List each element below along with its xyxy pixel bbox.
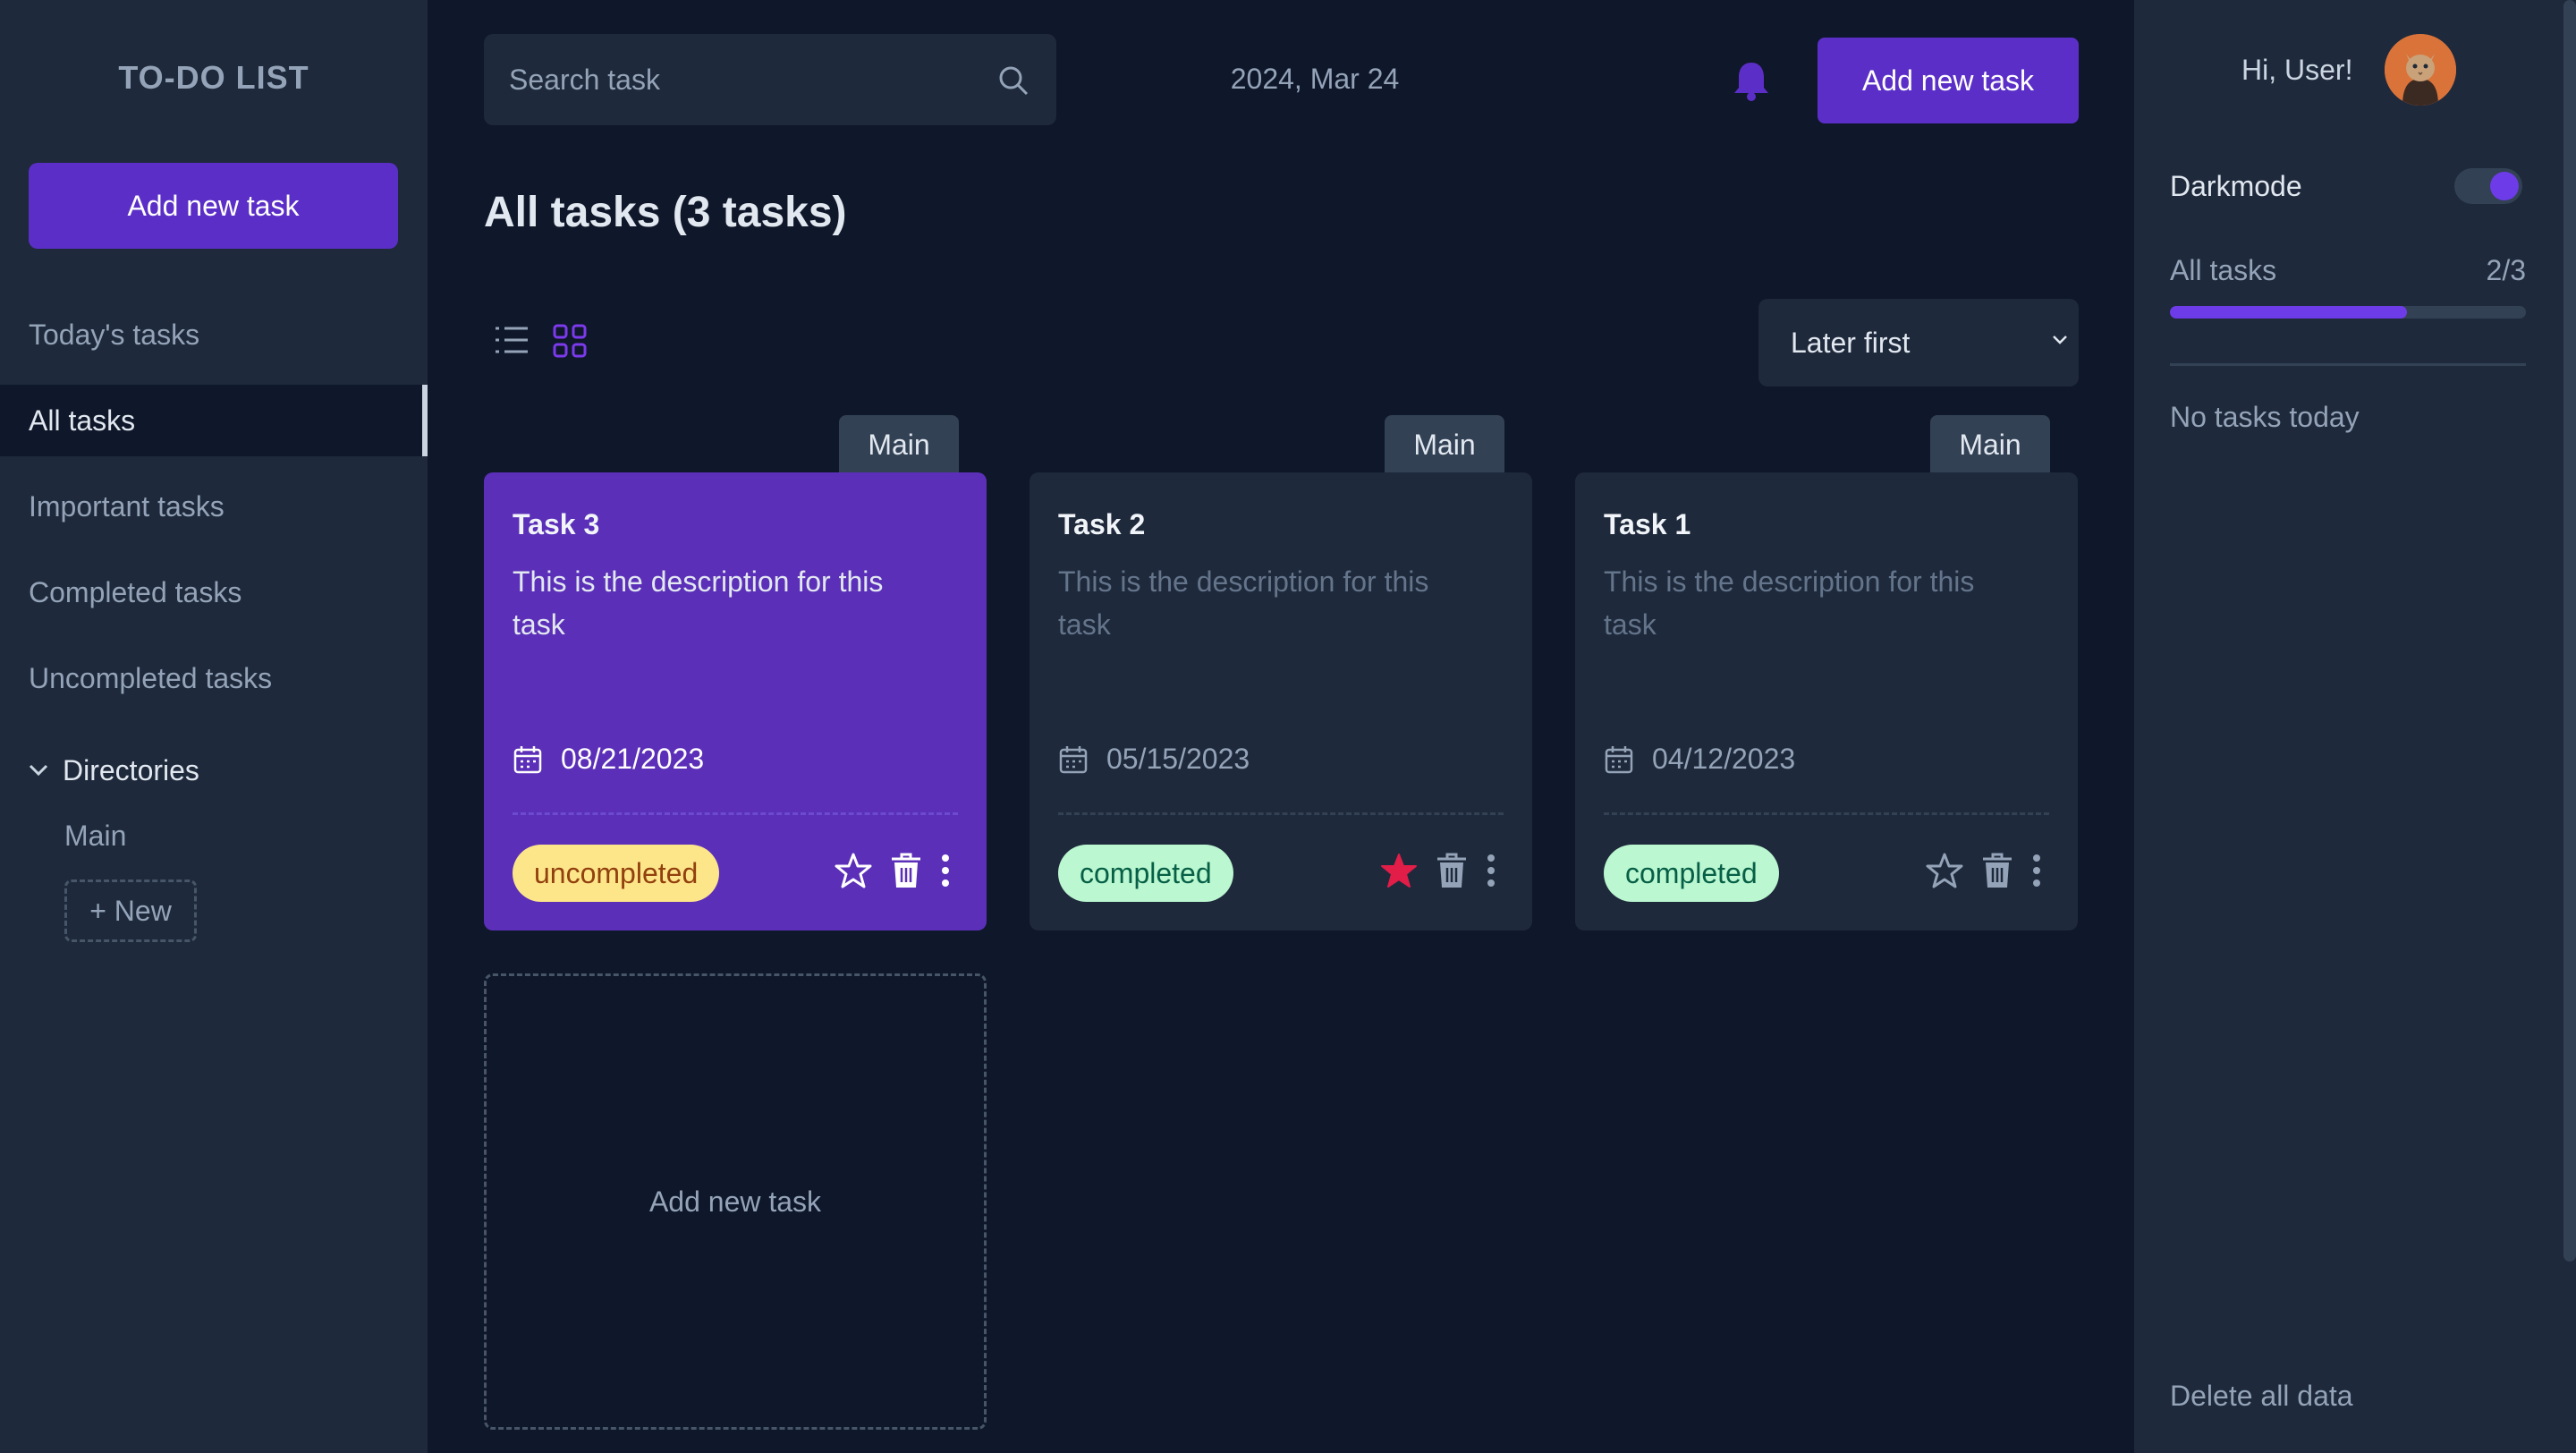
trash-icon[interactable]: [1981, 852, 2013, 894]
new-directory-button[interactable]: + New: [64, 879, 197, 942]
task-actions: [1362, 852, 1496, 894]
sort-selected-label: Later first: [1791, 326, 1911, 359]
task-title: Task 3: [513, 508, 600, 540]
search-input[interactable]: [509, 34, 992, 125]
directory-item-main[interactable]: Main: [64, 820, 199, 853]
darkmode-toggle[interactable]: [2454, 168, 2522, 204]
delete-all-data-button[interactable]: Delete all data: [2170, 1380, 2353, 1413]
task-date-row: 04/12/2023: [1604, 743, 1795, 776]
task-card[interactable]: Task 3 This is the description for this …: [484, 472, 987, 930]
star-filled-icon[interactable]: [1380, 852, 1418, 894]
right-panel: Hi, User! Darkmode All tasks 2/3 No task…: [2134, 0, 2576, 1453]
header-add-task-button[interactable]: Add new task: [1818, 38, 2079, 123]
search-icon[interactable]: [997, 64, 1030, 97]
task-card[interactable]: Task 2 This is the description for this …: [1030, 472, 1532, 930]
current-date: 2024, Mar 24: [1230, 63, 1400, 95]
progress-count: 2/3: [2486, 254, 2526, 286]
task-date: 04/12/2023: [1652, 743, 1796, 775]
star-outline-icon[interactable]: [1926, 852, 1963, 894]
calendar-icon: [513, 745, 542, 773]
task-card[interactable]: Task 1 This is the description for this …: [1575, 472, 2078, 930]
panel-divider: [2170, 363, 2526, 366]
sidebar-item-uncompleted-tasks[interactable]: Uncompleted tasks: [0, 642, 428, 714]
trash-icon[interactable]: [1436, 852, 1468, 894]
progress-bar: [2170, 306, 2526, 319]
user-greeting: Hi, User!: [2241, 54, 2353, 86]
task-directory-tag: Main: [1385, 415, 1504, 474]
task-description: This is the description for this task: [1058, 565, 1429, 641]
darkmode-label: Darkmode: [2170, 170, 2302, 202]
sidebar-item-todays-tasks[interactable]: Today's tasks: [0, 299, 428, 370]
task-title: Task 1: [1604, 508, 1691, 540]
sidebar-add-task-button[interactable]: Add new task: [29, 163, 398, 249]
chevron-down-icon: [2053, 336, 2067, 344]
add-task-card-label: Add new task: [648, 1185, 822, 1218]
sidebar-item-all-tasks[interactable]: All tasks: [0, 385, 428, 456]
task-description: This is the description for this task: [513, 565, 884, 641]
card-divider: [1604, 812, 2049, 815]
card-divider: [513, 812, 958, 815]
scrollbar[interactable]: [2563, 0, 2576, 1262]
sidebar-nav: Today's tasks All tasks Important tasks …: [0, 299, 428, 728]
task-date-row: 05/15/2023: [1058, 743, 1250, 776]
sidebar-item-completed-tasks[interactable]: Completed tasks: [0, 557, 428, 628]
page-title: All tasks (3 tasks): [484, 189, 847, 236]
add-task-card[interactable]: Add new task: [484, 973, 987, 1430]
left-sidebar: TO-DO LIST Add new task Today's tasks Al…: [0, 0, 428, 1453]
more-options-icon[interactable]: [2031, 853, 2042, 893]
task-description: This is the description for this task: [1604, 565, 1975, 641]
progress-label: All tasks: [2170, 254, 2277, 286]
task-actions: [1908, 852, 2042, 894]
no-tasks-message: No tasks today: [2170, 401, 2360, 433]
bell-icon[interactable]: [1732, 59, 1771, 102]
directories-label: Directories: [63, 753, 199, 786]
task-directory-tag: Main: [1930, 415, 2050, 474]
chevron-down-icon: [29, 764, 48, 777]
cat-avatar-icon: [2385, 34, 2456, 106]
directories-section: Directories Main + New: [29, 748, 199, 942]
sort-select[interactable]: Later first: [1758, 299, 2079, 387]
sidebar-item-important-tasks[interactable]: Important tasks: [0, 471, 428, 542]
directories-toggle[interactable]: Directories: [29, 748, 199, 793]
grid-view-icon[interactable]: [553, 324, 587, 358]
task-status-badge[interactable]: completed: [1604, 845, 1779, 902]
app-root: TO-DO LIST Add new task Today's tasks Al…: [0, 0, 2576, 1453]
trash-icon[interactable]: [890, 852, 922, 894]
task-actions: [817, 852, 951, 894]
progress-fill: [2170, 306, 2408, 319]
task-title: Task 2: [1058, 508, 1146, 540]
avatar[interactable]: [2385, 34, 2456, 106]
toggle-knob: [2490, 172, 2519, 200]
task-status-badge[interactable]: uncompleted: [513, 845, 720, 902]
calendar-icon: [1059, 745, 1088, 773]
calendar-icon: [1605, 745, 1633, 773]
list-view-icon[interactable]: [494, 326, 530, 354]
card-divider: [1058, 812, 1504, 815]
app-brand: TO-DO LIST: [118, 59, 309, 96]
star-outline-icon[interactable]: [835, 852, 872, 894]
task-status-badge[interactable]: completed: [1058, 845, 1233, 902]
more-options-icon[interactable]: [1486, 853, 1496, 893]
search-box: [484, 34, 1056, 125]
task-date-row: 08/21/2023: [513, 743, 704, 776]
task-date: 05/15/2023: [1106, 743, 1250, 775]
task-date: 08/21/2023: [561, 743, 705, 775]
more-options-icon[interactable]: [940, 853, 951, 893]
task-directory-tag: Main: [839, 415, 959, 474]
